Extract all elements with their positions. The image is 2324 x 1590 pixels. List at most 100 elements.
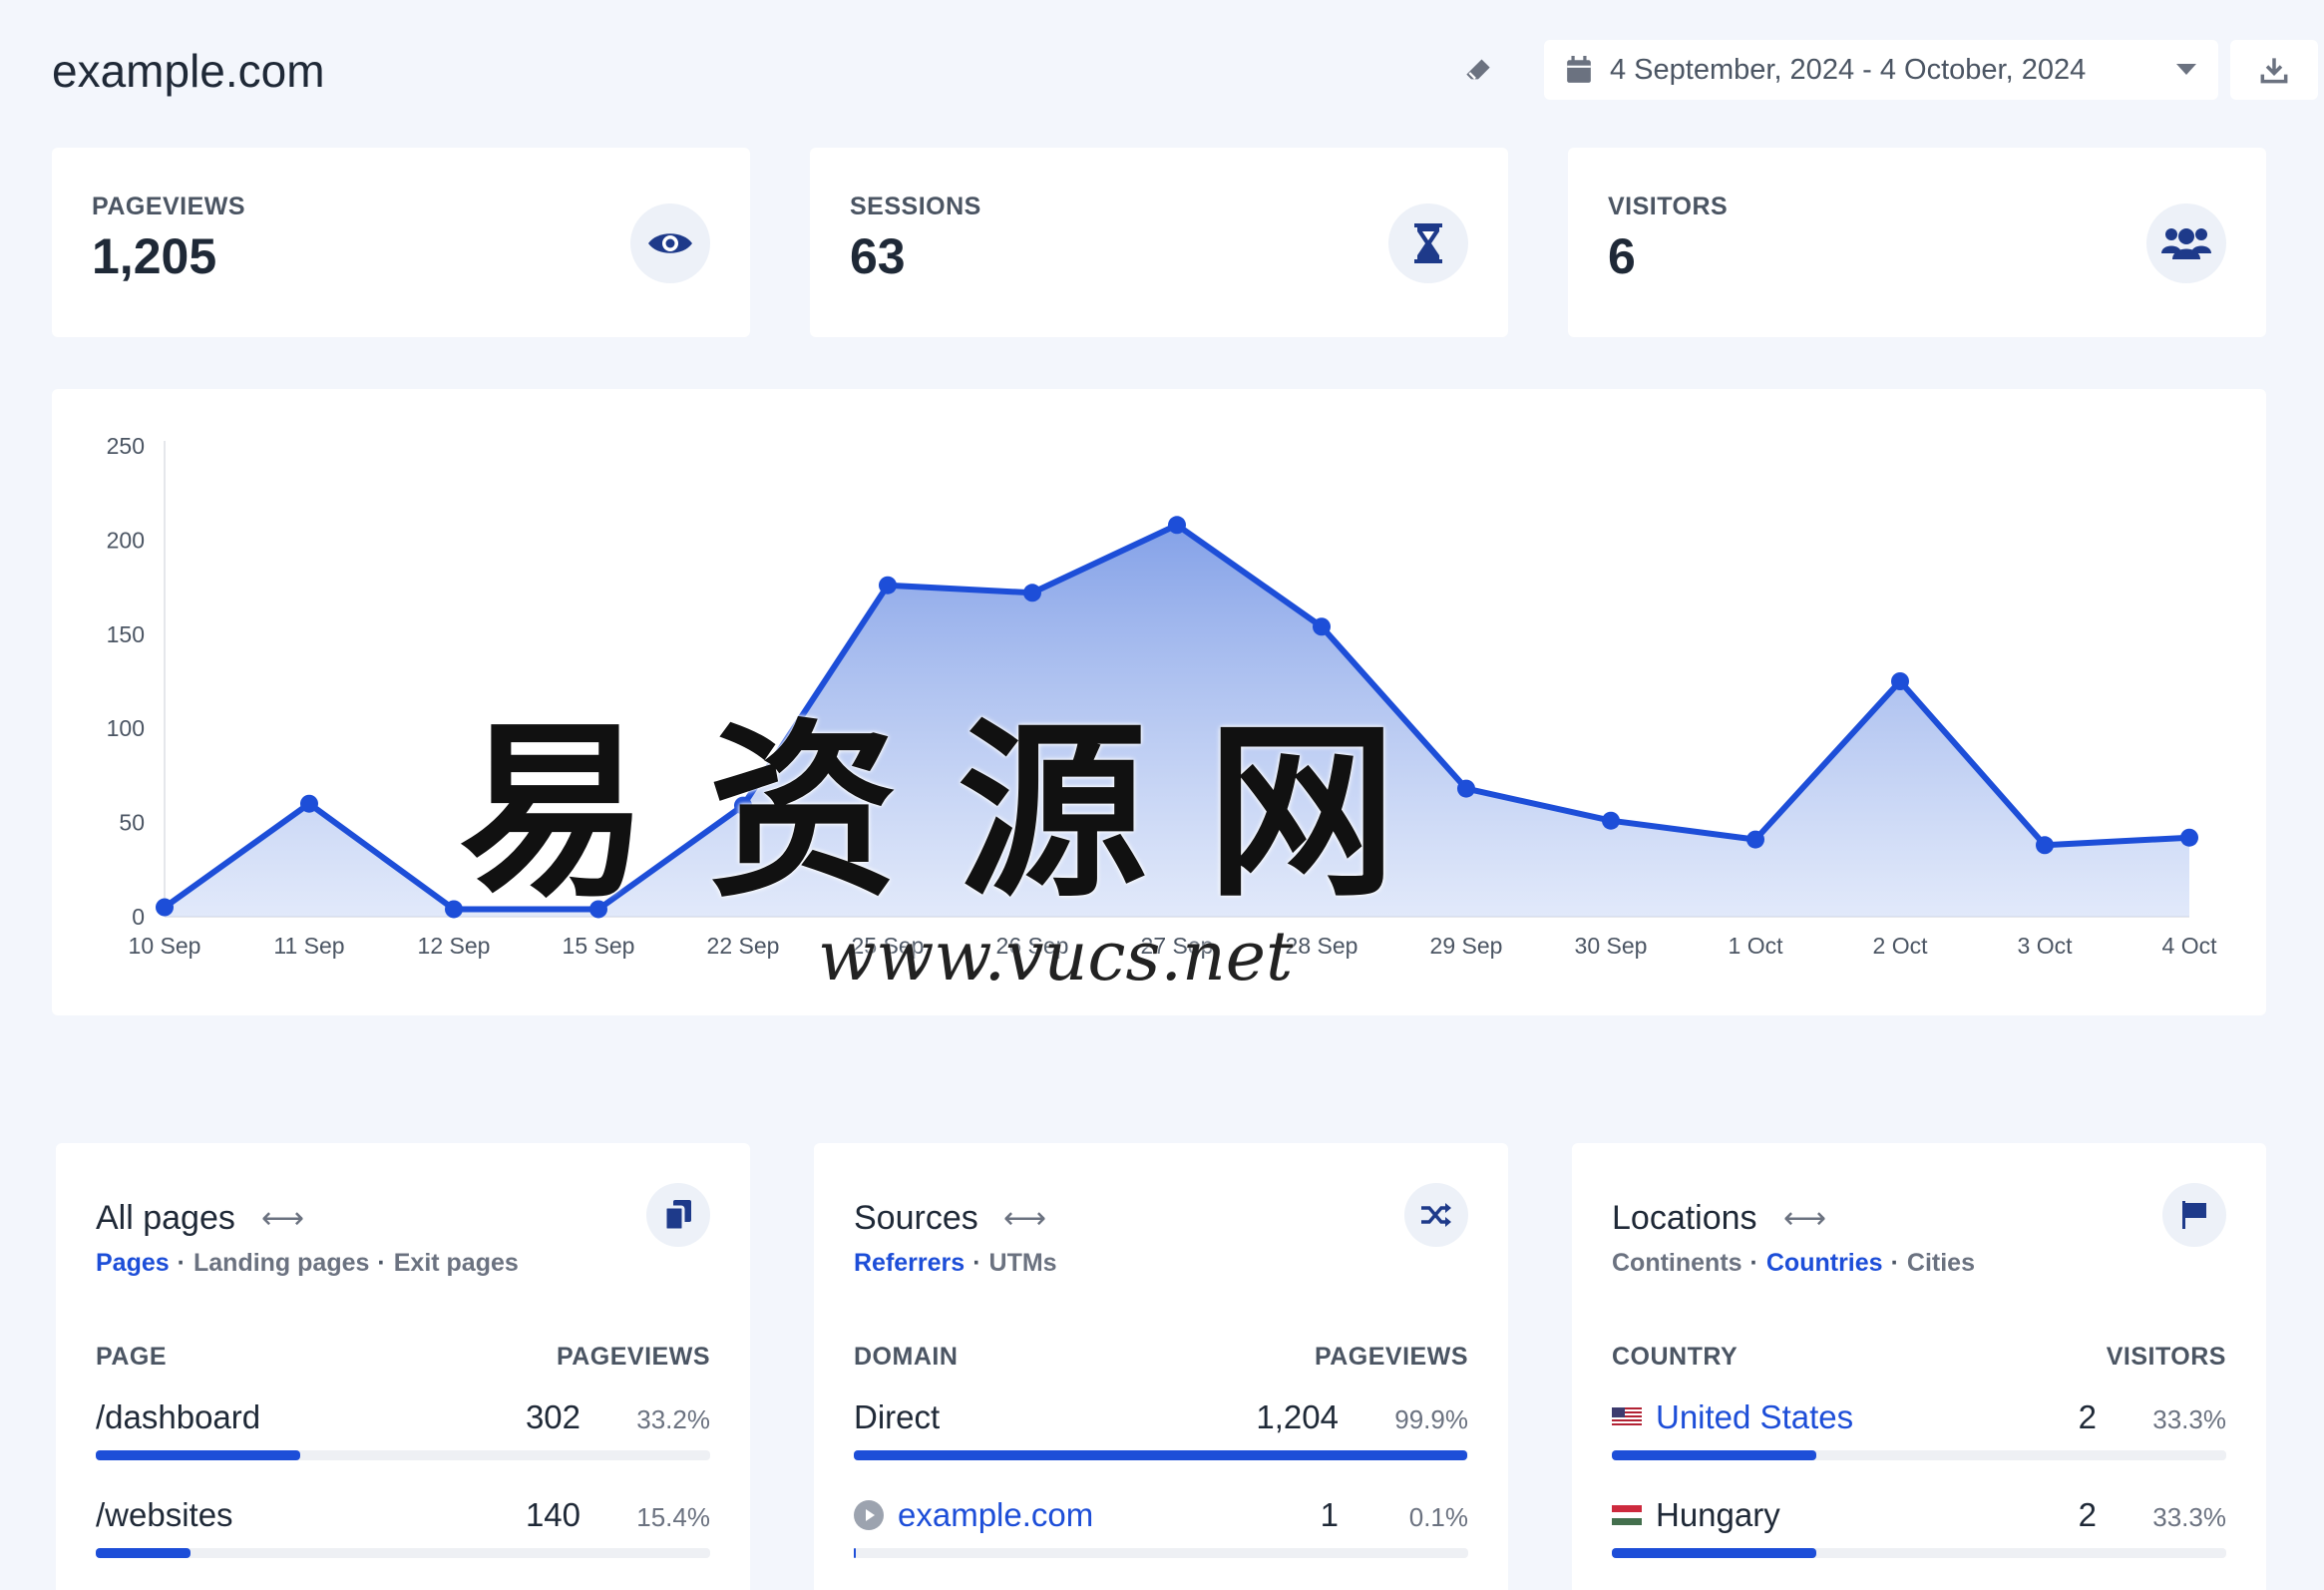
- row-label: Direct: [854, 1398, 941, 1435]
- col-domain[interactable]: DOMAIN: [854, 1343, 958, 1371]
- eraser-icon: [1466, 59, 1490, 80]
- data-point: [1168, 516, 1186, 535]
- table-header: DOMAIN PAGEVIEWS: [854, 1343, 1468, 1372]
- tab-cities[interactable]: Cities: [1907, 1249, 1975, 1277]
- row-percent: 15.4%: [636, 1502, 710, 1532]
- flag-icon[interactable]: [2162, 1183, 2226, 1247]
- x-tick-label: 22 Sep: [707, 933, 780, 959]
- data-point: [2180, 828, 2198, 847]
- x-tick-label: 11 Sep: [273, 933, 344, 959]
- card-tabs: Continents · Countries · Cities: [1612, 1249, 1975, 1277]
- row-label: example.com: [854, 1496, 1093, 1534]
- data-point: [1602, 811, 1620, 830]
- users-icon: [2146, 203, 2226, 283]
- shuffle-icon[interactable]: [1404, 1183, 1468, 1247]
- data-point: [300, 794, 318, 813]
- tab-continents[interactable]: Continents: [1612, 1249, 1743, 1277]
- col-page[interactable]: PAGE: [96, 1343, 167, 1371]
- data-point: [1746, 830, 1764, 849]
- x-tick-label: 30 Sep: [1575, 933, 1648, 959]
- referrer-link[interactable]: example.com: [898, 1496, 1093, 1534]
- copy-icon[interactable]: [646, 1183, 710, 1247]
- tab-pages[interactable]: Pages: [96, 1249, 170, 1277]
- row-percent: 33.3%: [2152, 1404, 2226, 1434]
- locations-card: Locations ⟷ Continents · Countries · Cities …: [1572, 1143, 2266, 1590]
- country-link[interactable]: United States: [1656, 1398, 1853, 1436]
- table-row[interactable]: Direct 1,204 99.9%: [854, 1398, 1468, 1478]
- x-tick-label: 29 Sep: [1430, 933, 1503, 959]
- stat-card-pageviews[interactable]: PAGEVIEWS 1,205: [52, 148, 750, 337]
- y-tick-label: 100: [107, 715, 145, 741]
- expand-arrows-icon[interactable]: ⟷: [1003, 1201, 1046, 1236]
- download-button[interactable]: [2230, 40, 2318, 100]
- table-row[interactable]: /dashboard 302 33.2%: [96, 1398, 710, 1478]
- row-label: Hungary: [1612, 1496, 1780, 1534]
- site-title[interactable]: example.com: [52, 44, 325, 98]
- row-percent: 33.3%: [2152, 1502, 2226, 1532]
- tab-referrers[interactable]: Referrers: [854, 1249, 965, 1277]
- x-tick-label: 25 Sep: [852, 933, 925, 959]
- row-count: 1: [1320, 1496, 1339, 1533]
- expand-arrows-icon[interactable]: ⟷: [1783, 1201, 1826, 1236]
- y-tick-label: 150: [107, 621, 145, 647]
- date-range-text: 4 September, 2024 - 4 October, 2024: [1610, 53, 2087, 86]
- row-bar: [854, 1450, 1468, 1460]
- table-row[interactable]: /websites 140 15.4%: [96, 1496, 710, 1576]
- tab-utms[interactable]: UTMs: [989, 1249, 1057, 1277]
- row-count: 2: [2078, 1496, 2097, 1533]
- tab-countries[interactable]: Countries: [1766, 1249, 1883, 1277]
- data-point: [1313, 617, 1331, 636]
- stat-value: 1,205: [92, 228, 217, 284]
- data-point: [445, 900, 463, 919]
- stat-card-visitors[interactable]: VISITORS 6: [1568, 148, 2266, 337]
- x-tick-label: 10 Sep: [129, 933, 201, 959]
- tab-exit-pages[interactable]: Exit pages: [394, 1249, 519, 1277]
- table-header: PAGE PAGEVIEWS: [96, 1343, 710, 1372]
- stat-value: 63: [850, 228, 906, 284]
- x-tick-label: 26 Sep: [996, 933, 1069, 959]
- data-point: [156, 898, 174, 917]
- row-count: 1,204: [1256, 1398, 1339, 1435]
- data-point: [1891, 672, 1909, 690]
- date-range-picker[interactable]: 4 September, 2024 - 4 October, 2024: [1544, 40, 2218, 100]
- y-tick-label: 0: [132, 904, 145, 930]
- row-percent: 0.1%: [1408, 1502, 1468, 1532]
- col-country[interactable]: COUNTRY: [1612, 1343, 1738, 1371]
- external-link-icon[interactable]: [854, 1500, 884, 1530]
- chevron-down-icon: [2176, 64, 2196, 75]
- reset-button[interactable]: [1448, 40, 1508, 100]
- stat-label: VISITORS: [1608, 193, 1729, 220]
- x-tick-label: 4 Oct: [2162, 933, 2218, 959]
- pages-card: All pages ⟷ Pages · Landing pages · Exit pag…: [56, 1143, 750, 1590]
- pageviews-chart: 250 200 150 100 50 0 10 Sep 11 Sep 12 Sep 15 Sep 2…: [52, 389, 2266, 1015]
- stat-card-sessions[interactable]: SESSIONS 63: [810, 148, 1508, 337]
- row-bar-fill: [96, 1450, 300, 1460]
- y-tick-label: 200: [107, 527, 145, 553]
- col-pageviews[interactable]: PAGEVIEWS: [557, 1343, 710, 1372]
- expand-arrows-icon[interactable]: ⟷: [261, 1201, 304, 1236]
- y-tick-label: 250: [107, 433, 145, 459]
- data-point: [734, 796, 752, 815]
- table-row[interactable]: Hungary 2 33.3%: [1612, 1496, 2226, 1576]
- data-point: [589, 900, 607, 919]
- row-percent: 99.9%: [1394, 1404, 1468, 1434]
- row-bar-fill: [854, 1450, 1468, 1460]
- x-tick-label: 28 Sep: [1286, 933, 1358, 959]
- tab-landing-pages[interactable]: Landing pages: [194, 1249, 369, 1277]
- x-tick-label: 3 Oct: [2018, 933, 2074, 959]
- hungary-flag-icon: [1612, 1505, 1642, 1525]
- table-row[interactable]: example.com 1 0.1%: [854, 1496, 1468, 1576]
- chart-canvas: 250 200 150 100 50 0 10 Sep 11 Sep 12 Sep 15 Sep 2…: [107, 433, 2218, 959]
- col-pageviews[interactable]: PAGEVIEWS: [1315, 1343, 1468, 1372]
- sources-card: Sources ⟷ Referrers · UTMs DOMAIN PAGEVIEW…: [814, 1143, 1508, 1590]
- x-tick-label: 2 Oct: [1873, 933, 1929, 959]
- data-point: [2036, 836, 2054, 855]
- card-tabs: Referrers · UTMs: [854, 1249, 1057, 1277]
- data-point: [1457, 779, 1475, 798]
- card-title: Locations: [1612, 1199, 1757, 1237]
- table-row[interactable]: United States 2 33.3%: [1612, 1398, 2226, 1478]
- eye-icon: [630, 203, 710, 283]
- row-label: United States: [1612, 1398, 1853, 1436]
- card-tabs: Pages · Landing pages · Exit pages: [96, 1249, 519, 1277]
- col-visitors[interactable]: VISITORS: [2107, 1343, 2226, 1372]
